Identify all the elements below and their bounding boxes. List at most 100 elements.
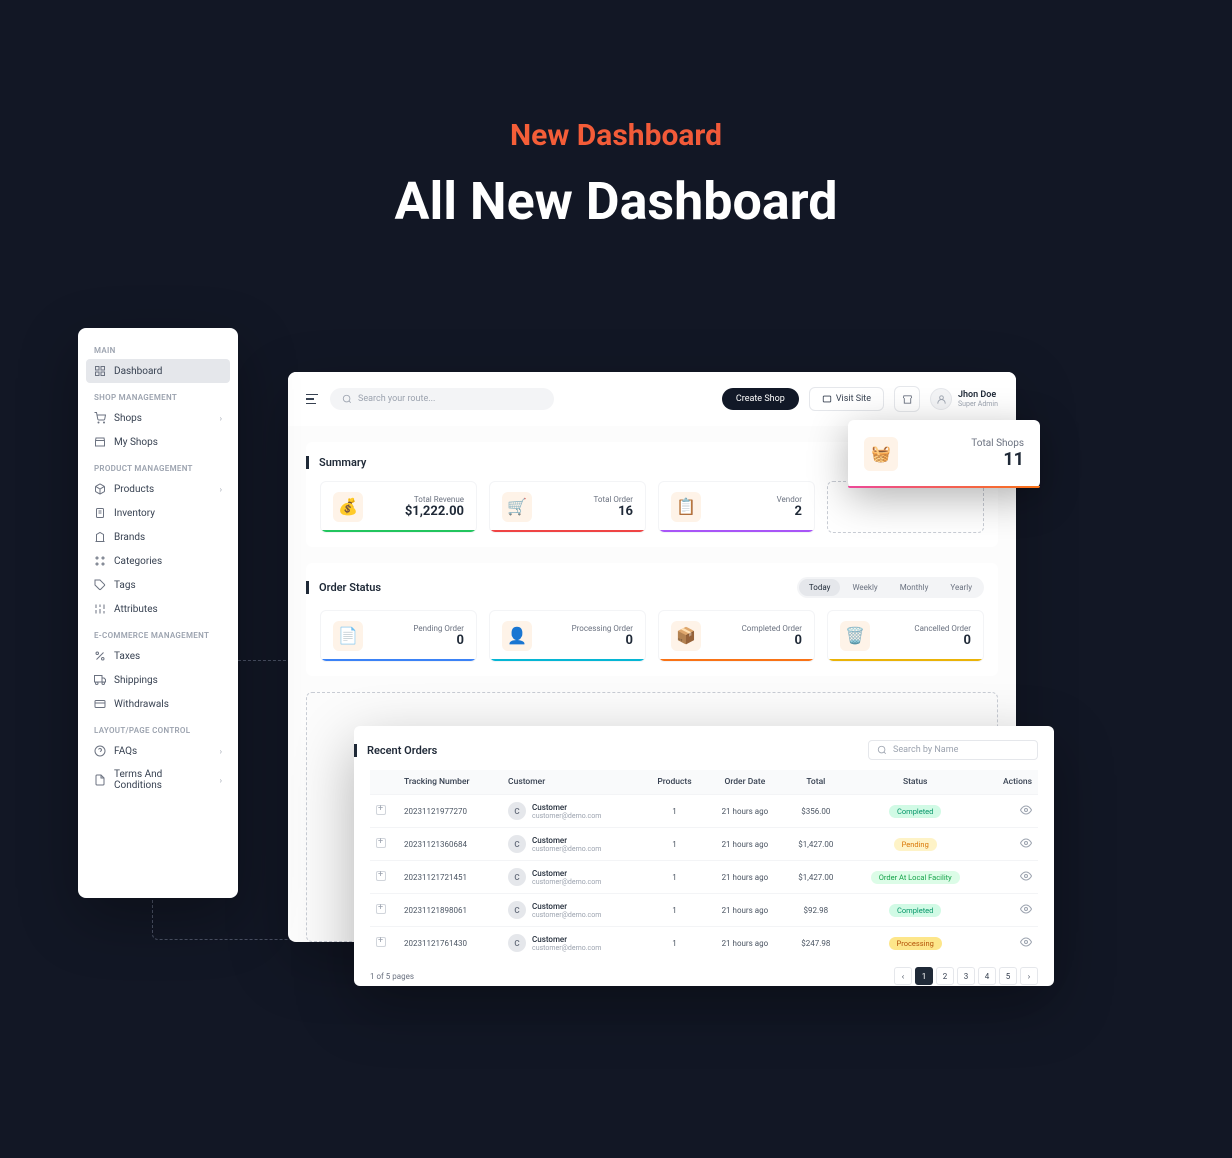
user-name: Jhon Doe xyxy=(958,390,998,400)
page-3[interactable]: 3 xyxy=(957,967,975,985)
money-bag-icon: 💰 xyxy=(333,492,363,522)
customer-name: Customer xyxy=(532,803,601,812)
row-expand[interactable] xyxy=(376,838,386,848)
cell-tracking: 20231121721451 xyxy=(398,861,502,894)
row-expand[interactable] xyxy=(376,904,386,914)
metric-value: 0 xyxy=(413,633,464,648)
card-icon xyxy=(94,698,106,710)
row-expand[interactable] xyxy=(376,805,386,815)
view-action[interactable] xyxy=(1020,941,1032,950)
metric-label: Vendor xyxy=(777,495,802,504)
status-badge: Completed xyxy=(889,904,941,917)
sidebar-item-products[interactable]: Products › xyxy=(86,477,230,501)
cell-date: 21 hours ago xyxy=(706,828,785,861)
sidebar-item-shippings[interactable]: Shippings xyxy=(86,668,230,692)
page-5[interactable]: 5 xyxy=(999,967,1017,985)
user-icon: 👤 xyxy=(502,621,532,651)
page-next[interactable]: › xyxy=(1020,967,1038,985)
tab-yearly[interactable]: Yearly xyxy=(940,579,982,596)
total-shops-card: 🧺 Total Shops 11 xyxy=(848,420,1040,488)
metric-processing: 👤 Processing Order0 xyxy=(489,610,646,662)
table-row: 20231121977270 CCustomercustomer@demo.co… xyxy=(370,795,1038,828)
visit-site-button[interactable]: Visit Site xyxy=(809,387,884,411)
col-actions: Actions xyxy=(983,770,1038,795)
sidebar-item-inventory[interactable]: Inventory xyxy=(86,501,230,525)
file-icon xyxy=(94,774,106,786)
sidebar-item-label: Tags xyxy=(114,580,136,591)
col-tracking: Tracking Number xyxy=(398,770,502,795)
tab-weekly[interactable]: Weekly xyxy=(842,579,887,596)
truck-icon xyxy=(94,674,106,686)
customer-name: Customer xyxy=(532,935,601,944)
table-row: 20231121721451 CCustomercustomer@demo.co… xyxy=(370,861,1038,894)
customer-email: customer@demo.com xyxy=(532,911,601,919)
metric-label: Cancelled Order xyxy=(914,624,971,633)
table-row: 20231121761430 CCustomercustomer@demo.co… xyxy=(370,927,1038,960)
cell-date: 21 hours ago xyxy=(706,795,785,828)
status-badge: Order At Local Facility xyxy=(871,871,960,884)
customer-avatar: C xyxy=(508,802,526,820)
hero-title: All New Dashboard xyxy=(0,171,1232,232)
menu-toggle-icon[interactable] xyxy=(306,392,320,406)
create-shop-button[interactable]: Create Shop xyxy=(722,388,799,410)
sidebar-item-dashboard[interactable]: Dashboard xyxy=(86,359,230,383)
search-icon xyxy=(877,745,887,755)
page-prev[interactable]: ‹ xyxy=(894,967,912,985)
view-action[interactable] xyxy=(1020,809,1032,818)
sidebar-heading-ecommerce: E-COMMERCE MANAGEMENT xyxy=(86,627,230,644)
sidebar-item-attributes[interactable]: Attributes xyxy=(86,597,230,621)
sidebar-item-label: Shops xyxy=(114,413,142,424)
sidebar-item-shops[interactable]: Shops › xyxy=(86,406,230,430)
orders-search-input[interactable]: Search by Name xyxy=(868,740,1038,760)
tab-monthly[interactable]: Monthly xyxy=(890,579,939,596)
col-total: Total xyxy=(784,770,847,795)
col-date: Order Date xyxy=(706,770,785,795)
cell-products: 1 xyxy=(643,795,705,828)
sidebar-item-taxes[interactable]: Taxes xyxy=(86,644,230,668)
user-menu[interactable]: Jhon Doe Super Admin xyxy=(930,388,998,410)
metric-value: 16 xyxy=(594,504,633,519)
sidebar-item-myshops[interactable]: My Shops xyxy=(86,430,230,454)
sidebar-item-brands[interactable]: Brands xyxy=(86,525,230,549)
orders-search-placeholder: Search by Name xyxy=(893,745,958,755)
tag-icon xyxy=(94,579,106,591)
metric-completed: 📦 Completed Order0 xyxy=(658,610,815,662)
page-2[interactable]: 2 xyxy=(936,967,954,985)
page-info: 1 of 5 pages xyxy=(370,972,414,981)
building-icon xyxy=(94,531,106,543)
metric-label: Total Revenue xyxy=(405,495,464,504)
sidebar-item-label: Terms And Conditions xyxy=(114,769,212,791)
page-1[interactable]: 1 xyxy=(915,967,933,985)
metric-label: Processing Order xyxy=(572,624,633,633)
chevron-right-icon: › xyxy=(220,776,222,785)
search-input[interactable]: Search your route... xyxy=(330,388,554,410)
view-action[interactable] xyxy=(1020,875,1032,884)
sidebar-heading-main: MAIN xyxy=(86,342,230,359)
sliders-icon xyxy=(94,603,106,615)
sidebar-item-withdrawals[interactable]: Withdrawals xyxy=(86,692,230,716)
customer-name: Customer xyxy=(532,869,601,878)
metric-cancelled: 🗑️ Cancelled Order0 xyxy=(827,610,984,662)
cell-total: $356.00 xyxy=(784,795,847,828)
cell-products: 1 xyxy=(643,861,705,894)
shop-basket-icon: 🧺 xyxy=(864,437,898,471)
row-expand[interactable] xyxy=(376,871,386,881)
sidebar-heading-product: PRODUCT MANAGEMENT xyxy=(86,460,230,477)
tab-today[interactable]: Today xyxy=(799,579,841,596)
sidebar-item-tags[interactable]: Tags xyxy=(86,573,230,597)
col-status: Status xyxy=(847,770,982,795)
order-status-title: Order Status xyxy=(306,581,381,594)
sidebar-item-faqs[interactable]: FAQs › xyxy=(86,739,230,763)
cell-total: $247.98 xyxy=(784,927,847,960)
row-expand[interactable] xyxy=(376,937,386,947)
cell-total: $92.98 xyxy=(784,894,847,927)
sidebar-item-terms[interactable]: Terms And Conditions › xyxy=(86,763,230,797)
recent-orders-panel: Recent Orders Search by Name Tracking Nu… xyxy=(354,726,1054,986)
page-4[interactable]: 4 xyxy=(978,967,996,985)
metric-value: $1,222.00 xyxy=(405,504,464,519)
app-grid-button[interactable] xyxy=(894,386,920,412)
sidebar-item-categories[interactable]: Categories xyxy=(86,549,230,573)
view-action[interactable] xyxy=(1020,908,1032,917)
view-action[interactable] xyxy=(1020,842,1032,851)
percent-icon xyxy=(94,650,106,662)
